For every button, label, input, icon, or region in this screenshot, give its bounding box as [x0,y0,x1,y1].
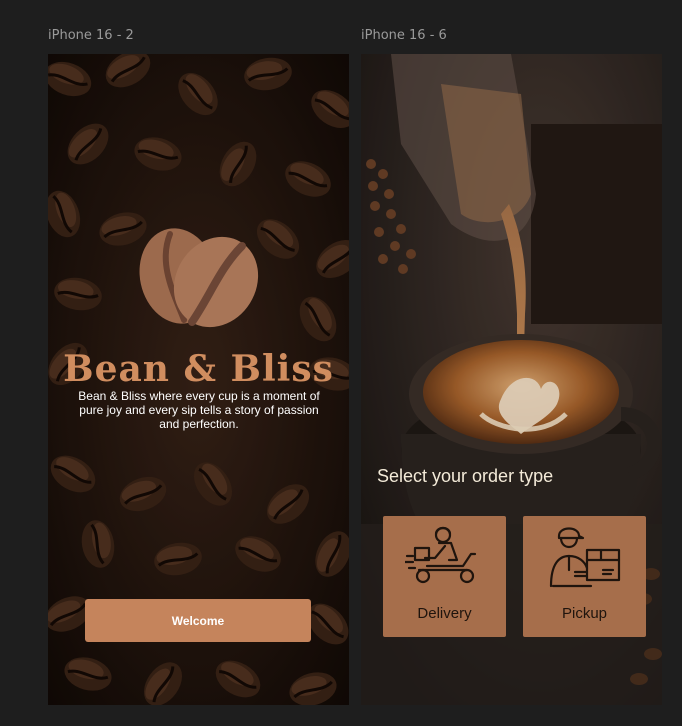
order-type-title: Select your order type [377,466,554,486]
pickup-option-label: Pickup [561,605,608,622]
brand-tagline: Bean & Bliss where every cup is a moment… [78,389,320,431]
delivery-option-label: Delivery [417,605,472,622]
delivery-scooter-icon [405,526,477,584]
pickup-courier-icon [549,527,621,588]
frame-label-welcome[interactable]: iPhone 16 - 2 [48,28,134,43]
pickup-option-card[interactable]: Pickup [523,516,646,637]
order-type-screen: Select your order type Delivery Pickup [361,54,662,705]
welcome-screen: Bean & Bliss Bean & Bliss where every cu… [48,54,349,705]
delivery-option-card[interactable]: Delivery [383,516,506,637]
frame-label-order[interactable]: iPhone 16 - 6 [361,28,447,43]
welcome-button[interactable]: Welcome [85,599,311,642]
brand-title: Bean & Bliss [63,348,334,390]
coffee-bean-logo-icon [139,228,259,328]
